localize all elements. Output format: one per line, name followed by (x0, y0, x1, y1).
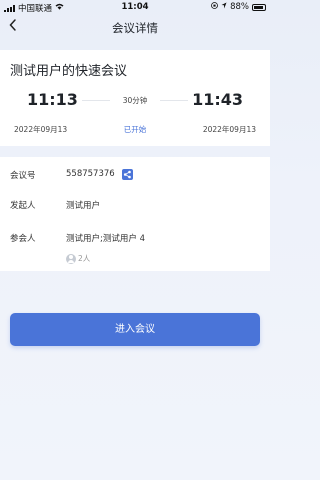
battery-percent: 88% (230, 2, 249, 12)
participant-count-row: 2人 (66, 253, 90, 264)
meeting-info-card: 会议号 558757376 发起人 测试用户 参会人 测试用户;测试用户 4 2… (0, 157, 270, 271)
host-label: 发起人 (10, 201, 36, 211)
enter-meeting-button[interactable]: 进入会议 (10, 313, 260, 346)
nav-bar: 会议详情 (0, 14, 270, 42)
status-right: 88% (211, 2, 266, 12)
battery-icon (252, 3, 266, 11)
share-icon[interactable] (122, 169, 133, 180)
location-icon (221, 2, 227, 12)
avatar-icon (66, 253, 76, 264)
meeting-id-label: 会议号 (10, 171, 36, 181)
participants-label: 参会人 (10, 234, 36, 244)
meeting-title: 测试用户的快速会议 (10, 64, 128, 79)
meeting-summary-card: 测试用户的快速会议 11:13 30分钟 11:43 2022年09月13 已开… (0, 50, 270, 146)
page-title: 会议详情 (112, 21, 158, 35)
participants: 测试用户;测试用户 4 (66, 234, 145, 244)
orientation-lock-icon (211, 2, 218, 12)
status-bar: 中国联通 11:04 88% (0, 0, 270, 14)
divider-right (160, 100, 188, 101)
participant-count: 2人 (78, 254, 91, 263)
end-date: 2022年09月13 (202, 125, 256, 134)
end-time: 11:43 (192, 90, 243, 109)
host-name: 测试用户 (66, 201, 101, 211)
meeting-id: 558757376 (66, 169, 115, 179)
